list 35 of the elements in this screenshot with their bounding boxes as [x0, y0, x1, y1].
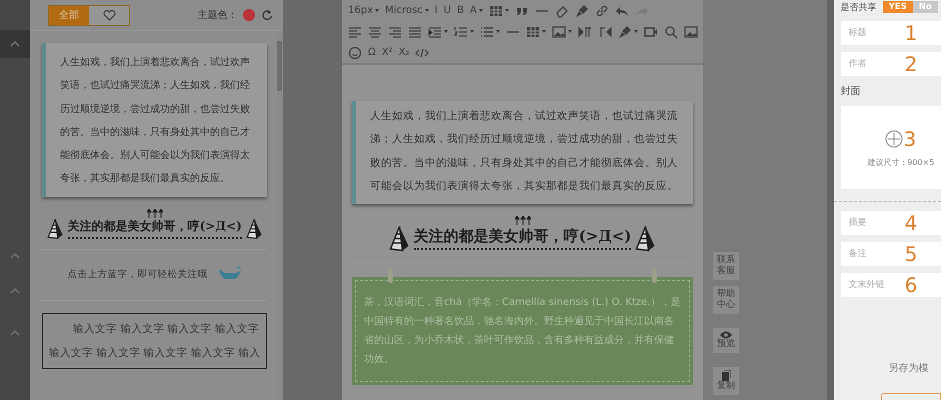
number-label: 1	[904, 21, 918, 45]
toolbar-button[interactable]: B	[456, 5, 464, 16]
number-label: 3	[903, 127, 916, 151]
toolbar-button[interactable]: X²	[382, 47, 393, 58]
share-toggle-option[interactable]: YES	[882, 1, 913, 13]
toolbar-button[interactable]: 16px	[348, 5, 374, 16]
share-label: 是否共享	[840, 2, 877, 14]
toolbar-button[interactable]: Microsc	[385, 5, 423, 16]
toolbar-button[interactable]: X₂	[398, 47, 410, 58]
toolbar-button[interactable]: I	[434, 5, 438, 16]
note-text: 茶，汉语词汇，音chá（学名：Camellia sinensis (L.) O. Ktze.），是中国特有的一种著名饮品，驰名海内外。野生种遍见于中国长江以南各省的山区，为小乔木状，茶叶可作饮品，含有多种有益成分，并有保健功效。	[355, 280, 690, 382]
number-label: 4	[904, 211, 918, 235]
cover-label: 封面	[840, 84, 862, 98]
side-button[interactable]: 预览	[713, 328, 740, 353]
side-button[interactable]: 联系客服	[713, 252, 740, 280]
save-as-template-link[interactable]: 另存为模	[840, 361, 941, 375]
cover-upload-area[interactable]: 3 建议尺寸：900×5	[840, 106, 941, 189]
follow-hint: 点击上方蓝字，即可轻松关注哦	[68, 268, 208, 281]
number-label: 6	[904, 273, 918, 297]
quote-card-text: 人生如戏，我们上演着悲欢离合，试过欢声笑语，也试过痛哭流涕；人生如戏，我们经历过顺境逆境，尝过成功的甜，也尝过失败的苦。当中的滋味，只有身处其中的自己才能彻底体会。别人可能会以为我们表演得太夸张，其实那都是我们最真实的反应。	[352, 101, 694, 204]
filter-tab[interactable]: 全部	[49, 6, 89, 24]
side-button[interactable]: 复制	[713, 367, 740, 395]
theme-color-label: 主题色：	[197, 8, 238, 22]
toolbar-button[interactable]: A	[470, 5, 477, 16]
banner-text: 关注的都是美女帅哥，哼(>Д<)	[68, 218, 242, 240]
number-label: 2	[904, 52, 918, 76]
size-hint: 建议尺寸：900×5	[867, 157, 934, 168]
banner-text: 关注的都是美女帅哥，哼(>Д<)	[414, 227, 632, 250]
placeholder-text: 输入文字 输入文字 输入文字 输入文字 输入	[49, 346, 260, 360]
placeholder-text: 输入文字 输入文字 输入文字 输入文字	[72, 322, 260, 336]
side-button[interactable]: 帮助中心	[713, 286, 740, 314]
toolbar-button[interactable]: Ω	[368, 47, 376, 58]
toolbar-button[interactable]: U	[444, 5, 451, 16]
number-label: 5	[904, 242, 918, 266]
quote-card-text: 人生如戏，我们上演着悲欢离合，试过欢声笑语，也试过痛哭流涕；人生如戏，我们经历过顺境逆境，尝过成功的甜，也尝过失败的苦。当中的滋味，只有身处其中的自己才能彻底体会。别人可能会以为我们表演得太夸张，其实那都是我们最真实的反应。	[42, 43, 268, 197]
